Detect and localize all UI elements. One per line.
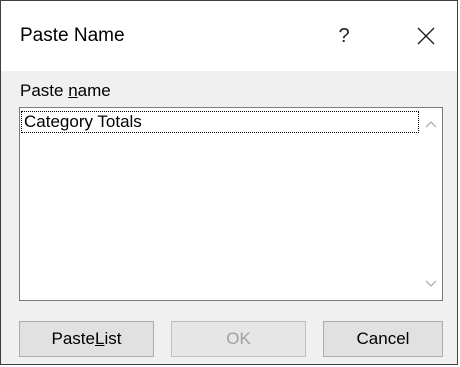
- ok-button[interactable]: OK: [171, 321, 306, 357]
- chevron-down-icon: [425, 280, 437, 287]
- accelerator-key: n: [68, 81, 78, 100]
- paste-list-button[interactable]: Paste List: [19, 321, 154, 357]
- cancel-button[interactable]: Cancel: [323, 321, 443, 357]
- scroll-up-button[interactable]: [420, 114, 442, 136]
- close-button[interactable]: [409, 19, 443, 53]
- close-icon: [417, 27, 435, 45]
- scroll-down-button[interactable]: [420, 274, 442, 296]
- dialog-title: Paste Name: [20, 25, 125, 46]
- accelerator-key: L: [95, 329, 105, 348]
- vertical-scrollbar[interactable]: [420, 108, 442, 300]
- chevron-up-icon: [425, 121, 437, 128]
- paste-name-dialog: Paste Name ? Paste name Category Totals: [0, 0, 458, 365]
- paste-name-label: Paste name: [20, 81, 111, 100]
- list-item[interactable]: Category Totals: [21, 111, 419, 133]
- names-listbox[interactable]: Category Totals: [19, 107, 443, 301]
- help-button[interactable]: ?: [329, 19, 359, 53]
- title-bar: Paste Name ?: [1, 1, 457, 71]
